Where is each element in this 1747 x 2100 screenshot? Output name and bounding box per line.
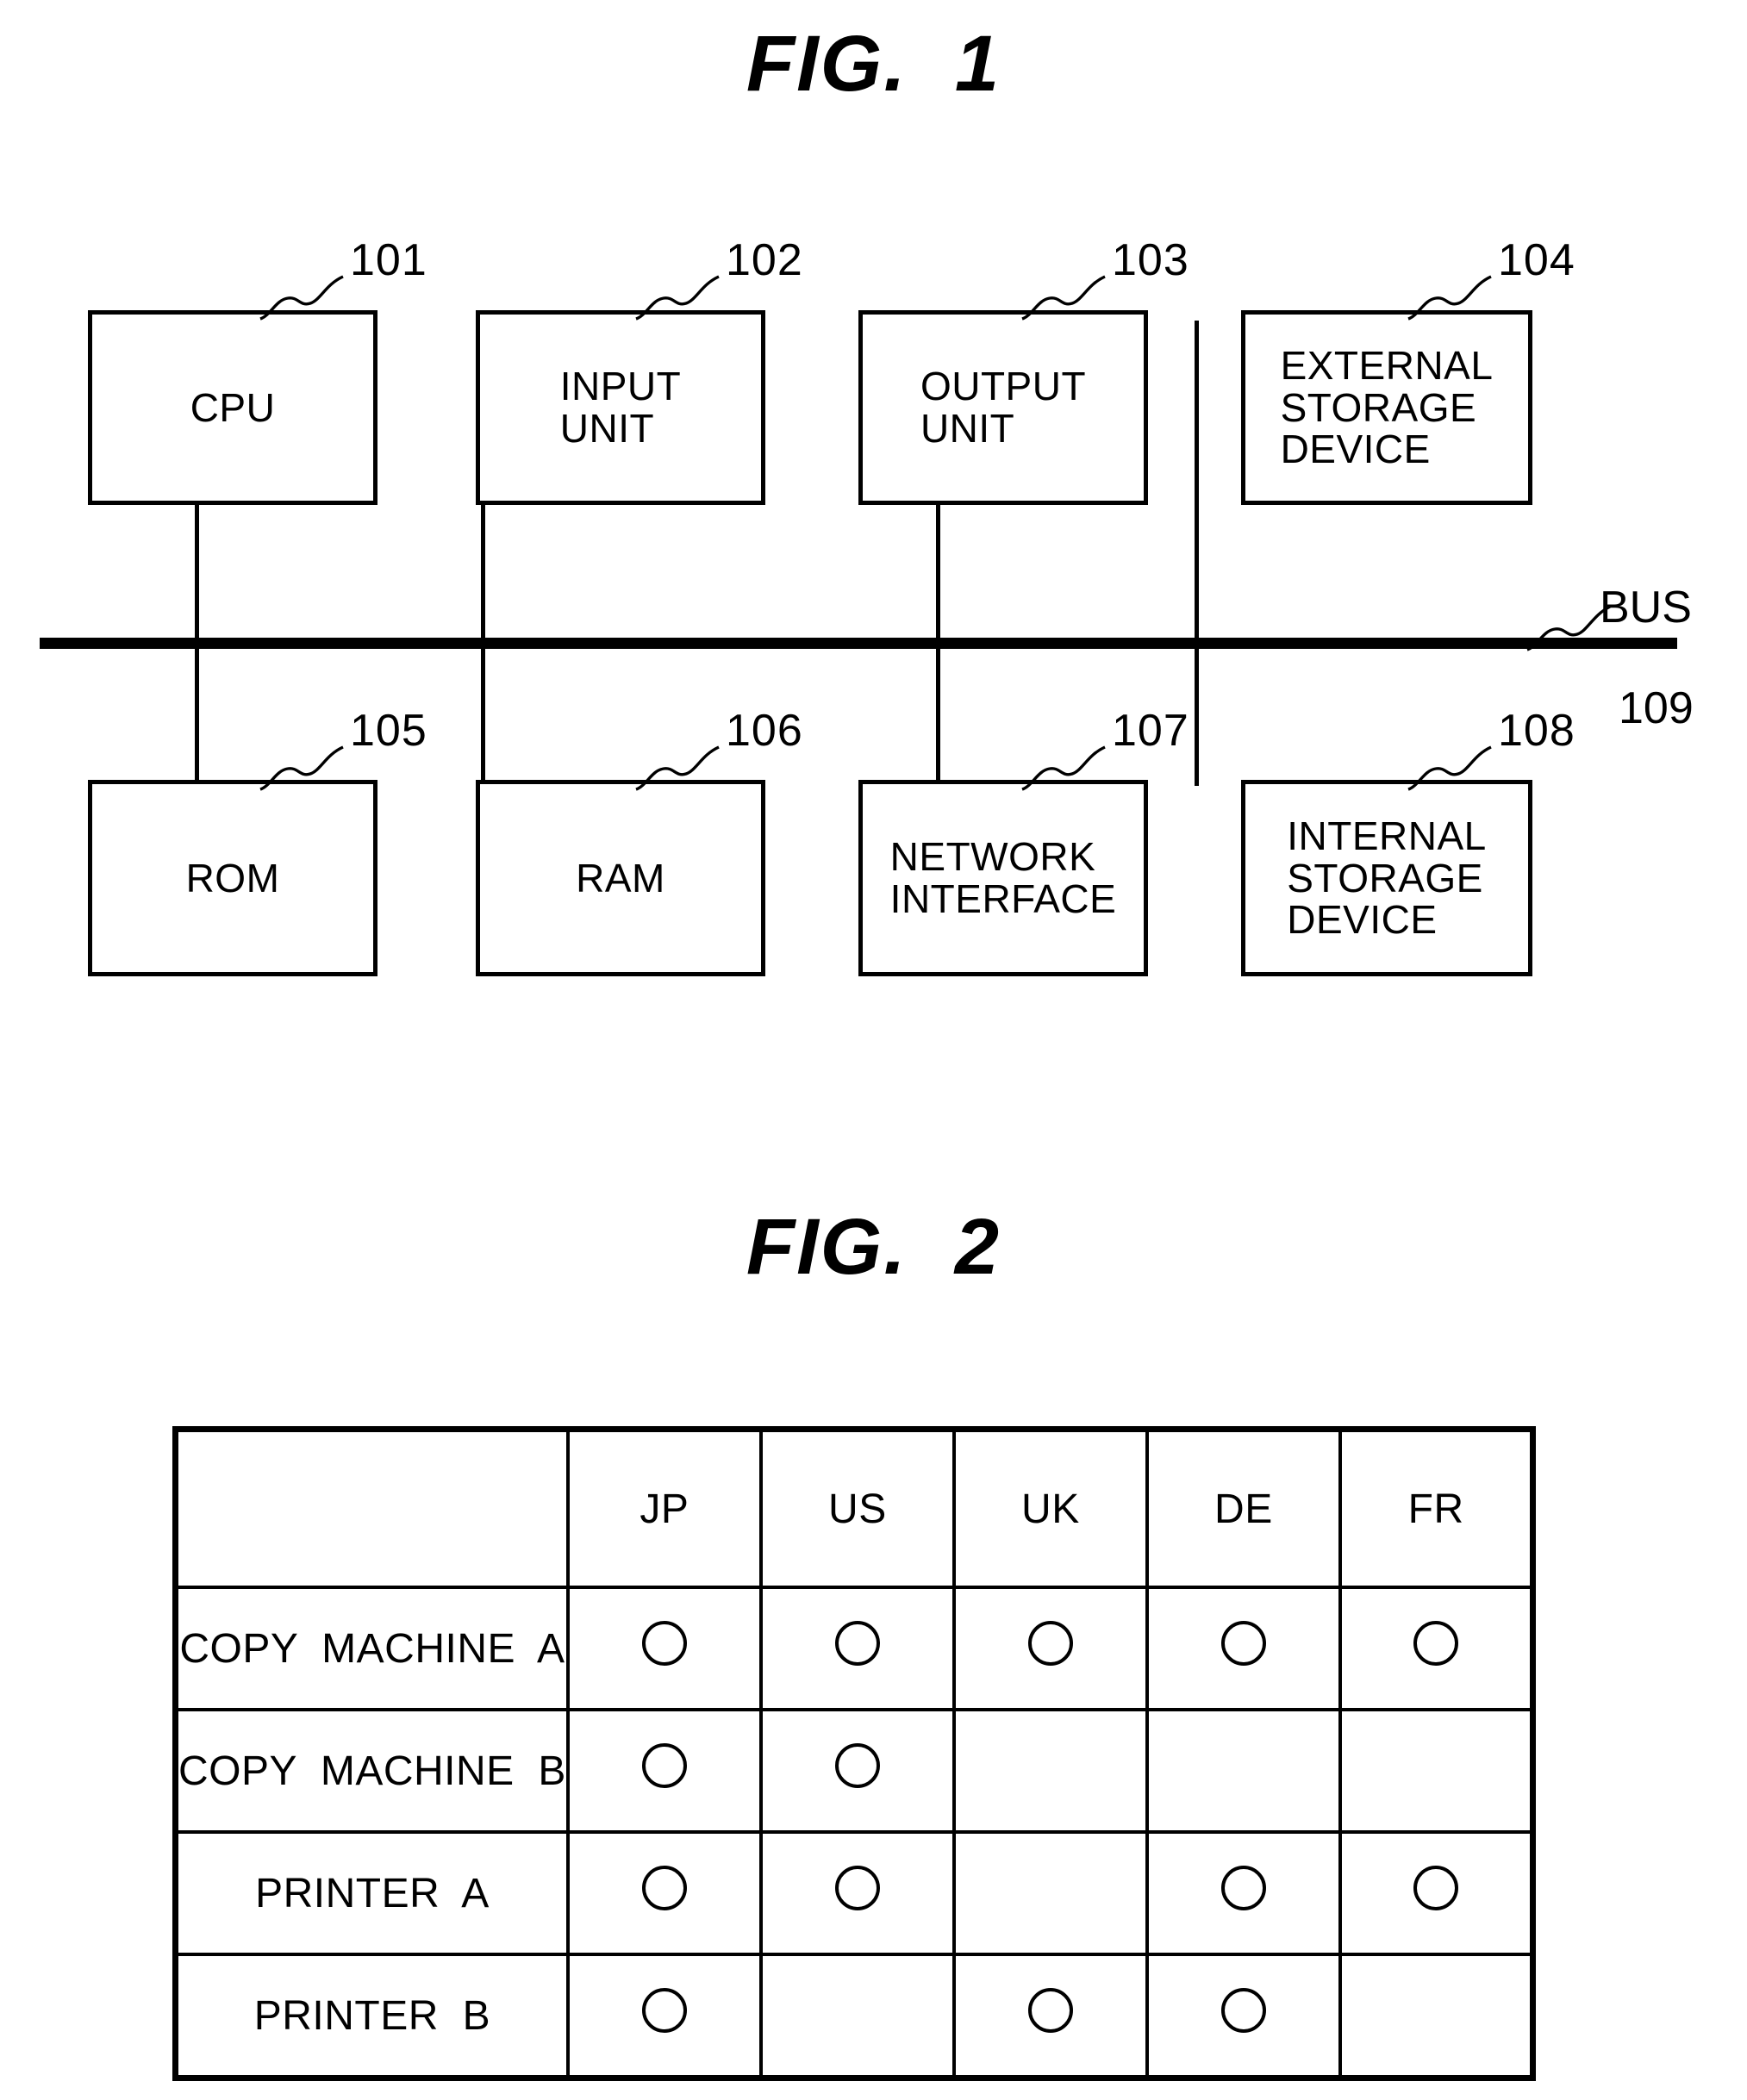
table-row: PRINTER A — [173, 1830, 1535, 1956]
empty-cell — [951, 1830, 1149, 1956]
block-output-unit: OUTPUT UNIT — [858, 310, 1148, 505]
circle-mark-icon — [834, 1743, 880, 1788]
bus-ref-number: 109 — [1619, 682, 1694, 733]
column-header-uk: UK — [951, 1427, 1149, 1589]
block-rom-label: ROM — [185, 855, 280, 900]
country-support-table-wrapper: JP US UK DE FR COPY MACHINE A COPY MACHIN… — [172, 1426, 1537, 2081]
support-mark-cell — [1338, 1830, 1535, 1956]
block-external-storage-device: EXTERNAL STORAGE DEVICE — [1241, 310, 1532, 505]
circle-mark-icon — [641, 1988, 687, 2033]
leader-squiggle-107 — [1021, 745, 1106, 791]
leader-squiggle-109 — [1526, 605, 1611, 651]
ref-number-101: 101 — [350, 235, 427, 285]
leader-squiggle-104 — [1407, 275, 1492, 321]
column-header-fr: FR — [1338, 1427, 1535, 1589]
support-mark-cell — [1145, 1953, 1342, 2080]
block-internal-storage-device: INTERNAL STORAGE DEVICE — [1241, 780, 1532, 976]
circle-mark-icon — [1413, 1866, 1459, 1910]
connector-bus-rom — [195, 641, 199, 786]
support-mark-cell — [1145, 1586, 1342, 1711]
table-row: COPY MACHINE B — [173, 1708, 1535, 1834]
circle-mark-icon — [1220, 1621, 1266, 1666]
table-body: COPY MACHINE A COPY MACHINE B PRINTER A PRI… — [173, 1586, 1535, 2080]
circle-mark-icon — [1220, 1866, 1266, 1910]
ref-number-105: 105 — [350, 706, 427, 756]
block-input-unit-label: INPUT UNIT — [559, 364, 682, 451]
table-row: COPY MACHINE A — [173, 1586, 1535, 1711]
support-mark-cell — [565, 1953, 763, 2080]
ref-number-102: 102 — [726, 235, 803, 285]
circle-mark-icon — [641, 1743, 687, 1788]
leader-squiggle-103 — [1021, 275, 1106, 321]
leader-squiggle-106 — [635, 745, 720, 791]
block-internal-storage-device-label: INTERNAL STORAGE DEVICE — [1287, 813, 1487, 943]
table-header-row: JP US UK DE FR — [173, 1427, 1535, 1589]
support-mark-cell — [1338, 1586, 1535, 1711]
leader-squiggle-108 — [1407, 745, 1492, 791]
leader-squiggle-102 — [635, 275, 720, 321]
row-label: PRINTER B — [173, 1953, 570, 2080]
circle-mark-icon — [1027, 1621, 1073, 1666]
block-network-interface: NETWORK INTERFACE — [858, 780, 1148, 976]
figure-1-title: FIG. 1 — [746, 20, 1001, 108]
support-mark-cell — [951, 1953, 1149, 2080]
circle-mark-icon — [1220, 1988, 1266, 2033]
empty-cell — [1338, 1708, 1535, 1834]
country-support-table: JP US UK DE FR COPY MACHINE A COPY MACHIN… — [172, 1426, 1537, 2081]
column-header-us: US — [758, 1427, 956, 1589]
empty-cell — [1145, 1708, 1342, 1834]
figure-2-title: FIG. 2 — [746, 1203, 1001, 1291]
empty-cell — [758, 1953, 956, 2080]
block-ram-label: RAM — [576, 855, 665, 900]
circle-mark-icon — [834, 1866, 880, 1910]
ref-number-107: 107 — [1112, 706, 1189, 756]
leader-squiggle-101 — [259, 275, 344, 321]
block-ram: RAM — [476, 780, 765, 976]
block-cpu-label: CPU — [190, 384, 276, 430]
block-input-unit: INPUT UNIT — [476, 310, 765, 505]
block-network-interface-label: NETWORK INTERFACE — [889, 834, 1117, 921]
connector-bus-internal — [1195, 641, 1199, 786]
support-mark-cell — [758, 1586, 956, 1711]
connector-external-bus — [1195, 321, 1199, 650]
patent-figure-sheet: FIG. 1 BUS 109 CPU INPUT UNIT OUTPUT UNI… — [0, 0, 1747, 2100]
circle-mark-icon — [1413, 1621, 1459, 1666]
ref-number-104: 104 — [1498, 235, 1575, 285]
support-mark-cell — [951, 1586, 1149, 1711]
row-label: COPY MACHINE B — [173, 1708, 570, 1834]
support-mark-cell — [758, 1830, 956, 1956]
circle-mark-icon — [641, 1621, 687, 1666]
connector-bus-network — [936, 641, 940, 786]
support-mark-cell — [758, 1708, 956, 1834]
table-corner-cell — [173, 1427, 570, 1589]
ref-number-108: 108 — [1498, 706, 1575, 756]
circle-mark-icon — [641, 1866, 687, 1910]
ref-number-103: 103 — [1112, 235, 1189, 285]
table-row: PRINTER B — [173, 1953, 1535, 2080]
bus-label: BUS 109 — [1600, 533, 1694, 783]
bus-line — [40, 638, 1677, 649]
connector-bus-ram — [481, 641, 485, 786]
row-label: COPY MACHINE A — [173, 1586, 570, 1711]
block-output-unit-label: OUTPUT UNIT — [920, 364, 1087, 451]
support-mark-cell — [1145, 1830, 1342, 1956]
block-external-storage-device-label: EXTERNAL STORAGE DEVICE — [1280, 342, 1494, 472]
support-mark-cell — [565, 1708, 763, 1834]
block-cpu: CPU — [88, 310, 377, 505]
ref-number-106: 106 — [726, 706, 803, 756]
empty-cell — [951, 1708, 1149, 1834]
block-rom: ROM — [88, 780, 377, 976]
empty-cell — [1338, 1953, 1535, 2080]
circle-mark-icon — [834, 1621, 880, 1666]
column-header-de: DE — [1145, 1427, 1342, 1589]
row-label: PRINTER A — [173, 1830, 570, 1956]
circle-mark-icon — [1027, 1988, 1073, 2033]
support-mark-cell — [565, 1830, 763, 1956]
support-mark-cell — [565, 1586, 763, 1711]
column-header-jp: JP — [565, 1427, 763, 1589]
leader-squiggle-105 — [259, 745, 344, 791]
